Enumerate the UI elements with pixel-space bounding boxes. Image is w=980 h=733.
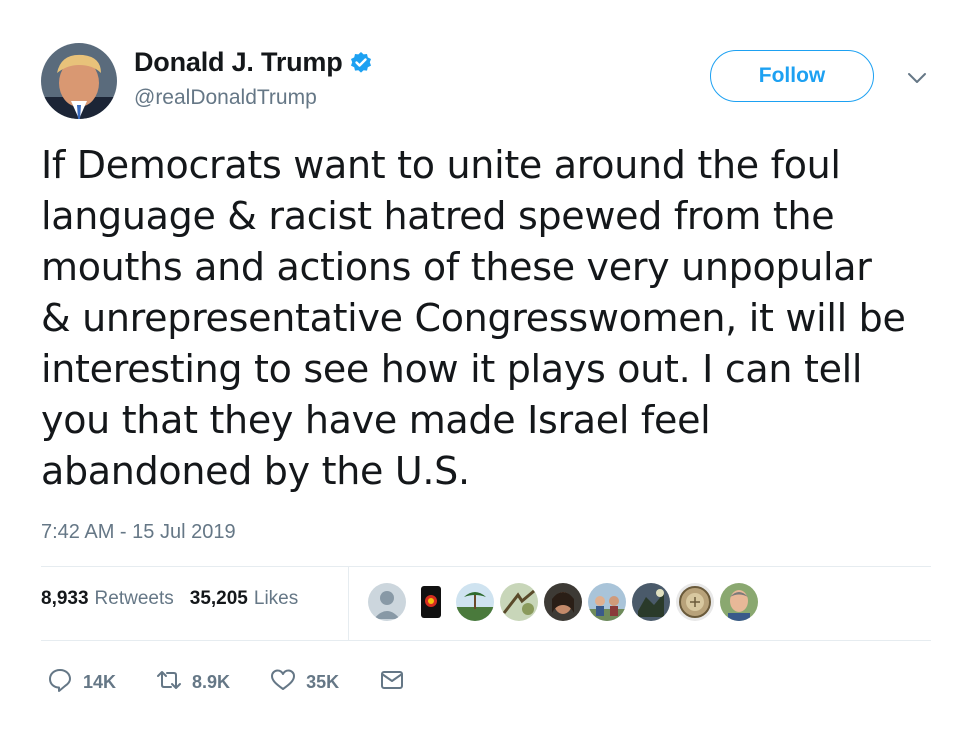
like-button[interactable]: 35K — [270, 667, 339, 698]
reply-icon — [47, 667, 73, 698]
author-handle[interactable]: @realDonaldTrump — [134, 86, 373, 110]
tweet-text-line: abandoned by the U.S. — [41, 449, 470, 493]
liker-avatar[interactable] — [676, 583, 714, 621]
liker-avatar[interactable] — [588, 583, 626, 621]
like-count: 35K — [306, 672, 340, 692]
tweet-text-line: language & racist hatred spewed from the — [41, 194, 835, 238]
retweet-button[interactable]: 8.9K — [156, 667, 230, 698]
author-info: Donald J. Trump @realDonaldTrump — [134, 47, 373, 110]
liker-avatar[interactable] — [632, 583, 670, 621]
likes-count[interactable]: 35,205 — [190, 588, 248, 610]
direct-message-icon — [379, 667, 405, 698]
liker-avatar[interactable] — [412, 583, 450, 621]
liker-avatar[interactable] — [720, 583, 758, 621]
retweets-count[interactable]: 8,933 — [41, 588, 89, 610]
chevron-down-icon[interactable] — [905, 68, 929, 88]
author-display-name[interactable]: Donald J. Trump — [134, 47, 343, 78]
like-icon — [270, 667, 296, 698]
liker-avatar[interactable] — [456, 583, 494, 621]
liker-avatar[interactable] — [500, 583, 538, 621]
liker-avatars — [368, 583, 764, 621]
follow-button[interactable]: Follow — [710, 50, 874, 102]
reply-button[interactable]: 14K — [47, 667, 116, 698]
liker-avatar[interactable] — [544, 583, 582, 621]
tweet-text-line: interesting to see how it plays out. I c… — [41, 347, 863, 391]
tweet-actions: 14K 8.9K 35K — [47, 667, 445, 698]
likes-label[interactable]: Likes — [254, 588, 298, 610]
retweet-icon — [156, 667, 182, 698]
tweet-timestamp[interactable]: 7:42 AM - 15 Jul 2019 — [41, 521, 236, 544]
reply-count: 14K — [83, 672, 117, 692]
verified-badge-icon — [349, 51, 373, 75]
direct-message-button[interactable] — [379, 667, 405, 698]
liker-avatar[interactable] — [368, 583, 406, 621]
author-avatar[interactable] — [41, 43, 117, 119]
retweet-count: 8.9K — [192, 672, 231, 692]
tweet-text: If Democrats want to unite around the fo… — [41, 140, 961, 497]
tweet-text-line: & unrepresentative Congresswomen, it wil… — [41, 296, 906, 340]
retweets-label[interactable]: Retweets — [95, 588, 174, 610]
divider — [41, 640, 931, 641]
tweet-text-line: If Democrats want to unite around the fo… — [41, 143, 841, 187]
tweet-text-line: mouths and actions of these very unpopul… — [41, 245, 872, 289]
stats-divider — [348, 566, 349, 641]
divider — [41, 566, 931, 567]
tweet-text-line: you that they have made Israel feel — [41, 398, 711, 442]
tweet-stats: 8,933 Retweets 35,205 Likes — [41, 588, 314, 610]
